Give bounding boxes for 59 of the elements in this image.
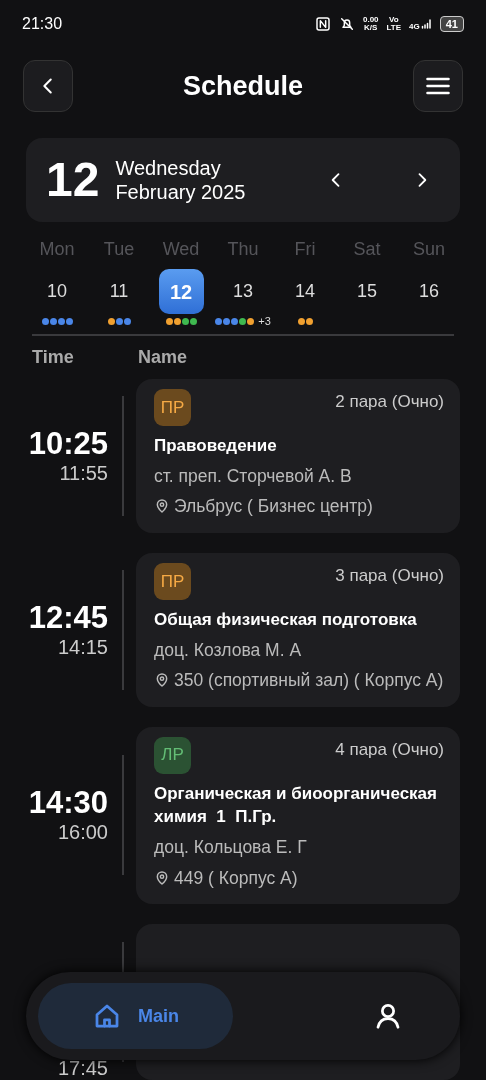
network-type: 4G [409,23,420,31]
lesson-type-tag: ПР [154,562,191,600]
page-title: Schedule [182,69,303,103]
end-time: 16:00 [57,820,108,845]
location-pin-icon [154,672,170,689]
menu-button[interactable] [413,60,463,112]
room-label: Эльбрус ( Бизнес центр) [174,495,373,519]
back-button[interactable] [23,60,73,112]
weekday-label: Tue [102,238,136,261]
end-time: 11:55 [59,460,108,485]
month-year-label: February 2025 [115,180,246,204]
pair-label: 3 пара (Очно) [335,564,444,587]
weekday-label: Mon [38,238,76,261]
volte-label: LTE [386,24,402,32]
start-time: 10:25 [28,426,108,461]
pair-label: 4 пара (Очно) [335,738,444,761]
room-label: 449 ( Корпус А) [174,866,298,890]
location-pin-icon [154,869,170,886]
column-header: Name [138,346,188,369]
bell-off-icon [339,16,355,32]
pair-label: 2 пара (Очно) [335,391,444,413]
lesson-title: Правоведение [154,435,278,457]
day-button[interactable]: 14 [282,269,328,314]
teacher-name: ст. преп. Сторчевой А. В [154,464,353,488]
weekday-label: Fri [293,238,317,261]
room-label: 350 (спортивный зал) ( Корпус А) [174,669,444,693]
end-time: 14:15 [57,634,108,659]
location-pin-icon [154,498,170,515]
day-button[interactable]: 10 [34,269,80,314]
teacher-name: доц. Козлова М. А [154,638,303,662]
weekday-label: Wednesday [115,156,222,180]
start-time: 12:45 [28,600,108,635]
column-header: Time [32,346,75,369]
date-day: 12 [46,156,100,204]
status-time: 21:30 [22,14,63,34]
network-speed-unit: K/S [363,24,379,32]
end-time: 17:45 [57,1056,108,1080]
day-button[interactable]: 11 [96,269,142,314]
weekday-label: Thu [226,238,260,261]
lesson-type-tag: ЛР [154,736,191,774]
lesson-type-tag: ПР [154,389,191,426]
day-button[interactable]: 16 [406,269,452,314]
weekday-label: Sun [412,238,446,261]
battery-indicator: 41 [439,16,464,32]
day-button[interactable]: 12 [158,269,204,314]
teacher-name: доц. Кольцова Е. Г [154,836,308,860]
signal-icon [419,17,432,31]
day-button[interactable]: 13 [220,269,266,314]
nfc-icon [315,16,331,32]
network-speed: 0.00 [363,16,379,24]
more-count: +3 [258,313,271,329]
weekday-label: Wed [161,238,201,261]
weekday-label: Sat [352,238,382,261]
day-button[interactable]: 15 [344,269,390,314]
nav-home-button[interactable]: Main [38,983,233,1049]
lesson-title: Общая физическая подготовка [154,608,418,631]
volte-label: Vo [388,16,400,24]
start-time: 14:30 [28,786,108,821]
lesson-title: Органическая и биоорганическая химия 1 П.Гр. [154,782,438,829]
